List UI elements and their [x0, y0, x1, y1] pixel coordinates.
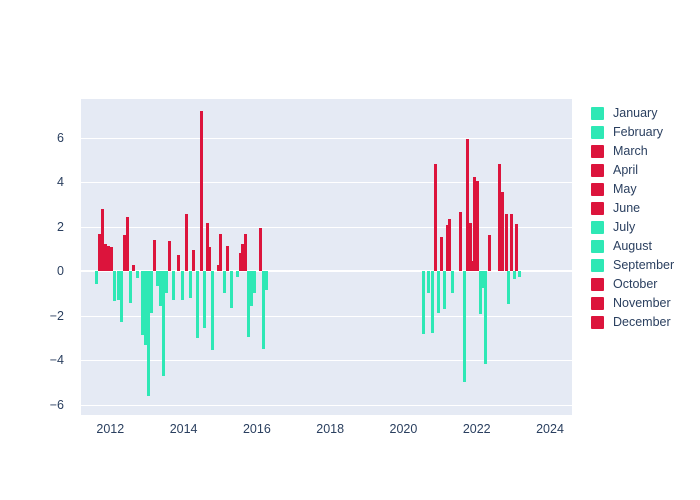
legend-item-label: June: [613, 201, 641, 215]
legend-item-label: January: [613, 106, 658, 120]
legend-item-label: October: [613, 277, 658, 291]
legend-swatch-icon: [591, 221, 604, 234]
legend-item-july[interactable]: July: [591, 218, 696, 237]
legend-swatch-icon: [591, 145, 604, 158]
x-tick-label-2022: 2022: [462, 422, 491, 436]
legend-swatch-icon: [591, 259, 604, 272]
legend-item-august[interactable]: August: [591, 237, 696, 256]
legend-item-label: December: [613, 315, 671, 329]
legend-item-september[interactable]: September: [591, 256, 696, 275]
legend-item-label: September: [613, 258, 675, 272]
legend-item-april[interactable]: April: [591, 161, 696, 180]
legend-swatch-icon: [591, 164, 604, 177]
legend-item-march[interactable]: March: [591, 142, 696, 161]
legend-item-may[interactable]: May: [591, 180, 696, 199]
legend-item-label: February: [613, 125, 664, 139]
legend-item-november[interactable]: November: [591, 294, 696, 313]
legend-item-october[interactable]: October: [591, 275, 696, 294]
legend-item-january[interactable]: January: [591, 104, 696, 123]
x-tick-label-2014: 2014: [169, 422, 198, 436]
legend-item-label: March: [613, 144, 648, 158]
legend-swatch-icon: [591, 183, 604, 196]
legend-item-label: May: [613, 182, 637, 196]
legend-item-february[interactable]: February: [591, 123, 696, 142]
x-tick-label-2024: 2024: [536, 422, 564, 436]
legend-item-label: November: [613, 296, 671, 310]
x-tick-label-2016: 2016: [242, 422, 271, 436]
chart-figure: 6 4 2 0 −2 −4 −6 2012 2014 2016 2018 2020 2022 2024 …: [0, 0, 700, 500]
legend-swatch-icon: [591, 126, 604, 139]
legend-swatch-icon: [591, 278, 604, 291]
legend-item-june[interactable]: June: [591, 199, 696, 218]
legend-swatch-icon: [591, 107, 604, 120]
legend-item-label: August: [613, 239, 652, 253]
x-tick-label-2012: 2012: [96, 422, 125, 436]
legend-swatch-icon: [591, 202, 604, 215]
legend-swatch-icon: [591, 297, 604, 310]
legend-swatch-icon: [591, 240, 604, 253]
legend[interactable]: January February March April May June July Augu…: [591, 104, 696, 332]
legend-item-label: April: [613, 163, 639, 177]
x-tick-label-2020: 2020: [389, 422, 418, 436]
legend-item-label: July: [613, 220, 636, 234]
x-tick-label-2018: 2018: [316, 422, 345, 436]
legend-item-december[interactable]: December: [591, 313, 696, 332]
legend-swatch-icon: [591, 316, 604, 329]
